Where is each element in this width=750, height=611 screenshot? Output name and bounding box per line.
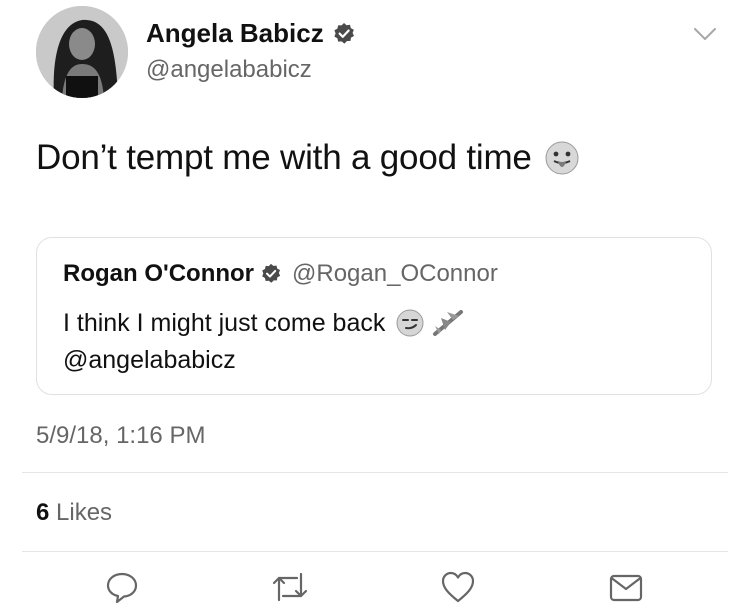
like-button[interactable] xyxy=(438,570,478,610)
verified-badge-icon xyxy=(262,263,281,283)
message-button[interactable] xyxy=(606,570,646,610)
quoted-author-name: Rogan O'Connor xyxy=(63,260,255,287)
divider xyxy=(22,551,728,552)
quoted-author-handle: @Rogan_OConnor xyxy=(292,260,498,287)
tweet-timestamp: 5/9/18, 1:16 PM xyxy=(36,422,206,449)
author-name-row: Angela Babicz xyxy=(146,18,356,49)
tweet-text-row: Don’t tempt me with a good time xyxy=(36,138,580,178)
avatar[interactable] xyxy=(36,6,128,98)
retweet-icon xyxy=(272,572,308,602)
envelope-icon xyxy=(609,574,643,602)
quoted-tweet-header: Rogan O'Connor @Rogan_OConnor xyxy=(63,260,498,288)
quoted-tweet-card[interactable]: Rogan O'Connor @Rogan_OConnor I think I … xyxy=(36,237,712,395)
chevron-down-icon[interactable] xyxy=(694,28,716,42)
verified-badge-icon xyxy=(334,22,354,44)
likes-count: 6 xyxy=(36,499,50,526)
smirk-face-emoji-icon xyxy=(396,309,424,337)
author-handle[interactable]: @angelababicz xyxy=(146,56,312,84)
heart-icon xyxy=(441,571,475,603)
quoted-tweet-line1: I think I might just come back xyxy=(63,308,386,337)
reply-button[interactable] xyxy=(102,570,142,610)
airplane-emoji-icon xyxy=(433,310,464,336)
tongue-face-emoji-icon xyxy=(545,141,579,175)
retweet-button[interactable] xyxy=(270,570,310,610)
quoted-tweet-mention[interactable]: @angelababicz xyxy=(63,346,236,375)
quoted-tweet-line1-row: I think I might just come back xyxy=(63,308,465,338)
likes-label: Likes xyxy=(56,499,113,526)
likes-count-row[interactable]: 6 Likes xyxy=(36,499,112,527)
author-name[interactable]: Angela Babicz xyxy=(146,18,324,49)
reply-icon xyxy=(106,572,138,604)
divider xyxy=(22,472,728,473)
tweet-text: Don’t tempt me with a good time xyxy=(36,138,532,177)
